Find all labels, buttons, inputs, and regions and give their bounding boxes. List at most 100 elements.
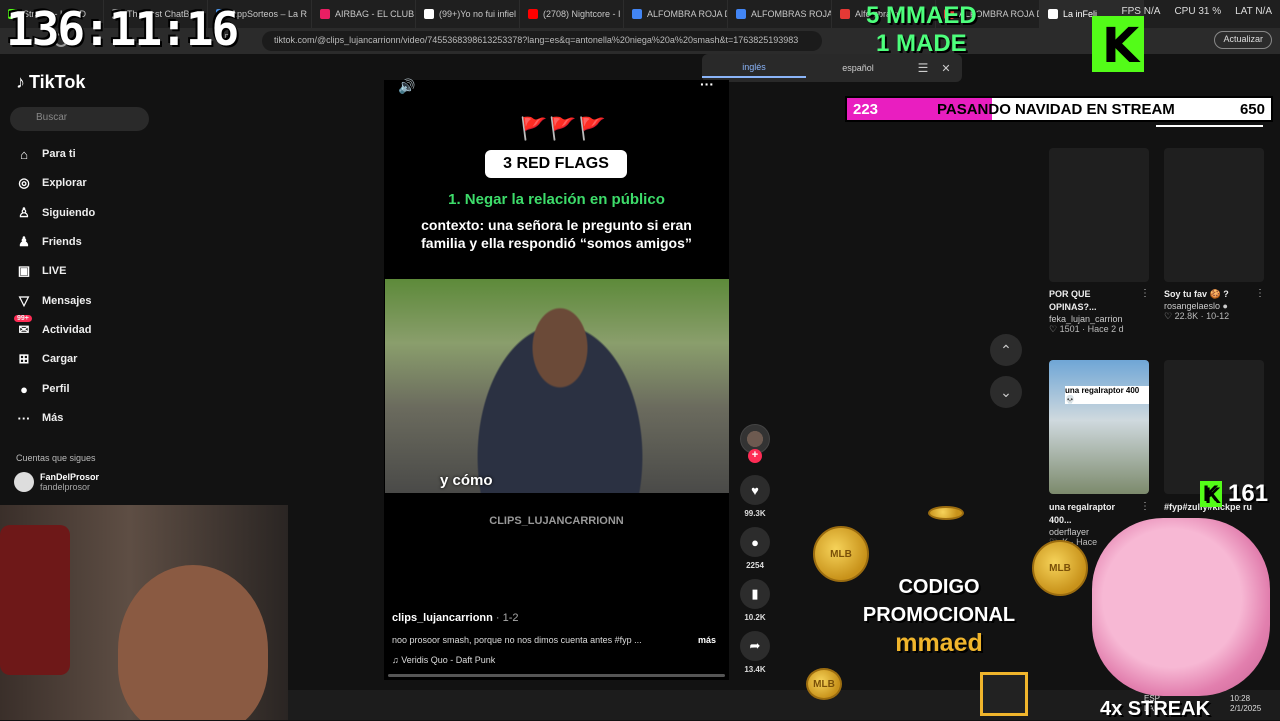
coin-graphic: MLB <box>806 668 842 700</box>
browser-tab[interactable]: AIRBAG - EL CLUB D <box>312 0 416 28</box>
video-point: 1. Negar la relación en público <box>448 191 665 208</box>
sidebar-item-explorar[interactable]: ◎ Explorar <box>16 175 87 191</box>
search-input[interactable]: Buscar <box>10 107 149 131</box>
kick-logo-letter: K <box>1102 18 1140 74</box>
coin-graphic: MLB <box>1032 540 1088 596</box>
promo-code: mmaed <box>895 629 983 657</box>
tab-title: (2708) Nightcore - I <box>543 9 621 19</box>
rec-card[interactable]: Soy tu fav 🍪 ? rosangelaeslo ● ♡ 22.8K ·… <box>1164 288 1254 322</box>
sub-goal-overlay: 5 MMAED 1 MADE <box>866 2 977 58</box>
translate-lang-english[interactable]: inglés <box>702 58 806 78</box>
tray-clock[interactable]: 10:28 2/1/2025 <box>1230 694 1261 714</box>
rec-stats: ♡ 22.8K · 10-12 <box>1164 311 1230 321</box>
translate-lang-spanish[interactable]: español <box>806 59 910 77</box>
follow-plus-icon[interactable]: + <box>748 449 762 463</box>
browser-tab[interactable]: (99+)Yo no fui infiel <box>416 0 520 28</box>
tab-favicon-icon <box>320 9 330 19</box>
sidebar-item-para-ti[interactable]: ⌂ Para ti <box>16 146 76 162</box>
next-video-button[interactable]: ⌄ <box>990 376 1022 408</box>
video-thumbnail[interactable] <box>1049 148 1149 282</box>
more-options-icon[interactable]: ··· <box>700 76 714 92</box>
sidebar-item-label: LIVE <box>42 265 67 277</box>
sidebar-item-perfil[interactable]: ● Perfil <box>16 381 69 397</box>
save-action[interactable]: ▮ 10.2K <box>740 579 770 622</box>
webcam-feed <box>0 505 288 720</box>
share-count: 13.4K <box>744 665 766 674</box>
goal-bar: 223 PASANDO NAVIDAD EN STREAM 650 <box>845 96 1273 122</box>
goal-target: 650 <box>1239 101 1265 118</box>
pink-mascot-sticker <box>1092 518 1270 696</box>
friends-icon: ♟ <box>18 234 30 249</box>
like-action[interactable]: ♥ 99.3K <box>740 475 770 518</box>
coin-graphic <box>928 506 964 520</box>
tiktok-logo[interactable]: ♪ TikTok <box>16 72 85 93</box>
sidebar-item-cargar[interactable]: ⊞ Cargar <box>16 351 78 367</box>
kick-logo: K <box>1092 16 1144 74</box>
music-track[interactable]: ♫ Veridis Quo - Daft Punk <box>392 655 495 665</box>
video-caption: noo prosoor smash, porque no nos dimos c… <box>392 635 642 645</box>
update-button[interactable]: Actualizar <box>1214 31 1272 49</box>
tab-favicon-icon <box>840 9 850 19</box>
share-action[interactable]: ➦ 13.4K <box>740 631 770 674</box>
tiktok-note-icon: ♪ <box>16 72 25 92</box>
sidebar-item-label: Friends <box>42 236 82 248</box>
video-context: contexto: una señora le pregunto si eran… <box>384 216 729 252</box>
browser-tab[interactable]: (2708) Nightcore - I <box>520 0 624 28</box>
video-author[interactable]: clips_lujancarrionn · 1-2 <box>392 612 519 624</box>
video-progress-bar[interactable] <box>388 674 725 677</box>
video-thumbnail[interactable]: una regalraptor 400💀 <box>1049 360 1149 494</box>
rec-card[interactable]: POR QUE OPINAS?... feka_lujan_carrion ♡ … <box>1049 288 1139 335</box>
tab-favicon-icon <box>632 9 642 19</box>
sidebar-item-actividad[interactable]: ✉ Actividad 99+ <box>14 315 92 338</box>
goal-current: 223 <box>853 101 879 118</box>
browser-tab[interactable]: ALFOMBRAS ROJAS <box>728 0 832 28</box>
tab-favicon-icon <box>736 9 746 19</box>
previous-video-button[interactable]: ⌃ <box>990 334 1022 366</box>
more-options-icon[interactable]: ⋮ <box>1255 288 1265 299</box>
sidebar-item-label: Explorar <box>42 177 87 189</box>
promo-line: CODIGO <box>898 576 980 598</box>
rec-title: POR QUE OPINAS?... <box>1049 289 1097 312</box>
music-icon: ♫ <box>392 655 402 665</box>
close-icon[interactable]: ✕ <box>936 62 956 75</box>
video-thumbnail[interactable] <box>1164 360 1264 494</box>
followed-account[interactable]: FanDelProsor fandelprosor <box>14 472 99 492</box>
author-name: clips_lujancarrionn <box>392 612 493 624</box>
compass-icon: ◎ <box>18 175 30 190</box>
browser-tab[interactable]: ALFOMBRA ROJA D <box>624 0 728 28</box>
comment-action[interactable]: ● 2254 <box>740 527 770 570</box>
thumbnail-text: una regalraptor 400💀 <box>1065 386 1149 404</box>
gift-box-icon <box>980 672 1028 716</box>
tab-favicon-icon <box>528 9 538 19</box>
volume-icon[interactable]: 🔊 <box>398 78 415 95</box>
logo-text: TikTok <box>29 72 86 92</box>
sidebar-item-más[interactable]: ··· Más <box>16 410 64 426</box>
translate-popup: inglés español ☰ ✕ <box>702 54 962 82</box>
sidebar-item-live[interactable]: ▣ LIVE <box>16 263 67 279</box>
activity-icon: ✉ <box>18 322 30 337</box>
tab-title: ALFOMBRAS ROJAS <box>751 9 832 19</box>
video-thumbnail[interactable] <box>1164 148 1264 282</box>
bookmark-icon: ▮ <box>740 579 770 609</box>
rec-user: feka_lujan_carrion <box>1049 314 1123 324</box>
upload-icon: ⊞ <box>18 351 30 366</box>
sidebar-item-friends[interactable]: ♟ Friends <box>16 234 82 250</box>
sidebar-item-siguiendo[interactable]: ♙ Siguiendo <box>16 205 95 221</box>
sub-goal-line: 1 MADE <box>875 30 967 57</box>
rec-title: Soy tu fav 🍪 ? <box>1164 289 1229 299</box>
more-icon: ··· <box>17 410 31 426</box>
person-figure <box>455 289 665 493</box>
sidebar-item-mensajes[interactable]: ▽ Mensajes <box>16 293 92 309</box>
more-link[interactable]: más <box>698 635 716 645</box>
chair <box>0 525 70 675</box>
more-options-icon[interactable]: ⋮ <box>1140 501 1150 512</box>
notification-badge: 99+ <box>14 315 32 322</box>
menu-icon[interactable]: ☰ <box>910 61 936 75</box>
more-options-icon[interactable]: ⋮ <box>1140 288 1150 299</box>
system-stats: FPS N/A CPU 31 % LAT N/A <box>1122 6 1272 17</box>
lat-readout: LAT N/A <box>1235 6 1272 17</box>
rec-title: una regalraptor 400... <box>1049 502 1116 525</box>
url-bar[interactable]: tiktok.com/@clips_lujancarrionn/video/74… <box>262 31 822 51</box>
tab-favicon-icon <box>1048 9 1058 19</box>
streak-counter: 4x STREAK <box>1100 698 1211 720</box>
